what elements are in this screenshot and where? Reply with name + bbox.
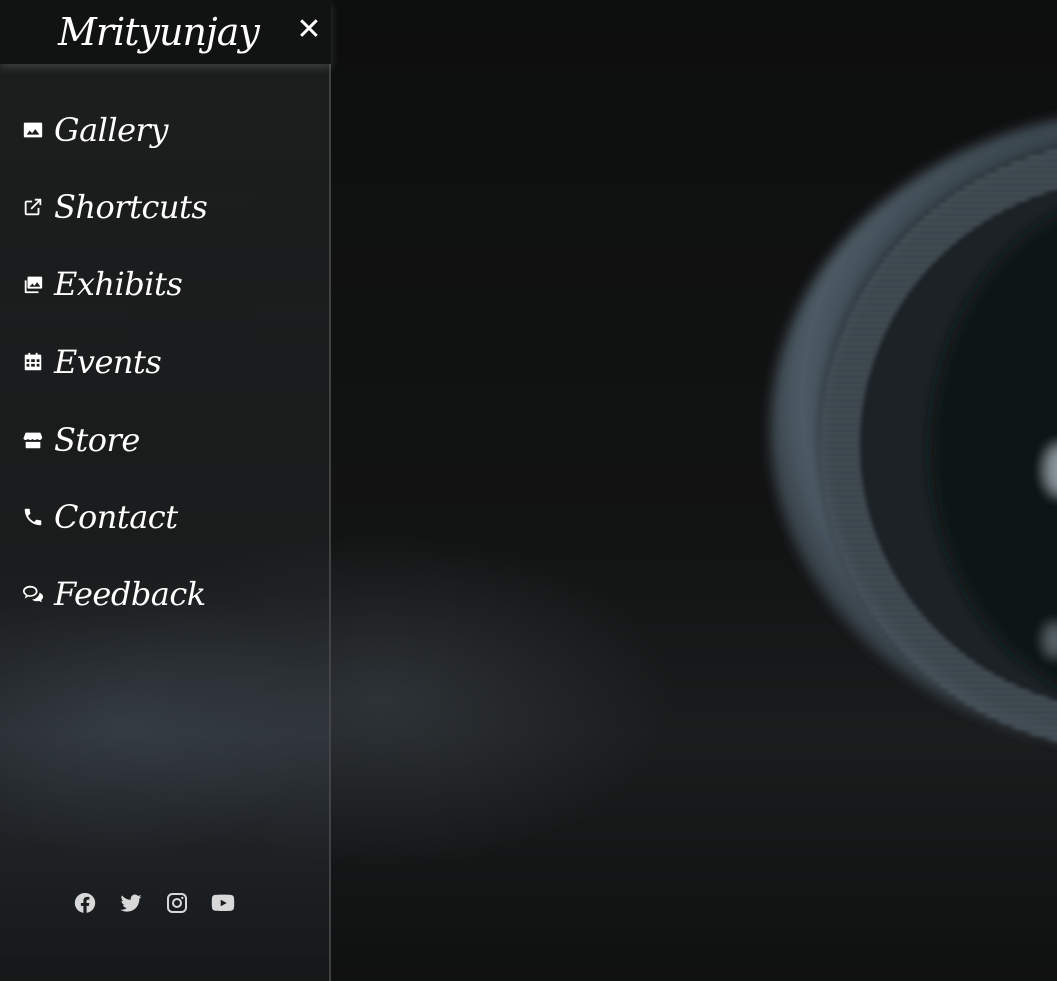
photo-library-icon <box>20 271 46 297</box>
sidebar-item-shortcuts[interactable]: Shortcuts <box>20 177 208 237</box>
sidebar-item-feedback[interactable]: Feedback <box>20 564 206 624</box>
phone-icon <box>20 504 46 530</box>
youtube-icon[interactable] <box>210 889 236 917</box>
twitter-icon[interactable] <box>118 889 144 917</box>
sidebar-item-label: Shortcuts <box>54 188 208 226</box>
chat-bubbles-icon <box>20 581 46 607</box>
store-icon <box>20 427 46 453</box>
social-links <box>72 889 252 919</box>
close-button[interactable]: ✕ <box>294 14 324 46</box>
facebook-icon[interactable] <box>72 889 98 917</box>
sidebar-header: Mrityunjay ✕ <box>0 0 331 64</box>
instagram-icon[interactable] <box>164 889 190 917</box>
sidebar-item-label: Feedback <box>54 575 206 613</box>
sidebar-item-gallery[interactable]: Gallery <box>20 100 168 160</box>
external-link-icon <box>20 194 46 220</box>
sidebar-item-contact[interactable]: Contact <box>20 487 178 547</box>
calendar-icon <box>20 349 46 375</box>
image-icon <box>20 117 46 143</box>
sidebar-item-events[interactable]: Events <box>20 332 162 392</box>
sidebar-item-label: Store <box>54 421 140 459</box>
sidebar: Mrityunjay ✕ Gallery Shortcuts Exhibits <box>0 0 331 981</box>
sidebar-item-label: Exhibits <box>54 265 183 303</box>
sidebar-item-label: Contact <box>54 498 178 536</box>
brand-logo[interactable]: Mrityunjay <box>58 4 260 60</box>
sidebar-item-exhibits[interactable]: Exhibits <box>20 254 183 314</box>
sidebar-item-store[interactable]: Store <box>20 410 140 470</box>
sidebar-item-label: Events <box>54 343 162 381</box>
sidebar-item-label: Gallery <box>54 111 168 149</box>
